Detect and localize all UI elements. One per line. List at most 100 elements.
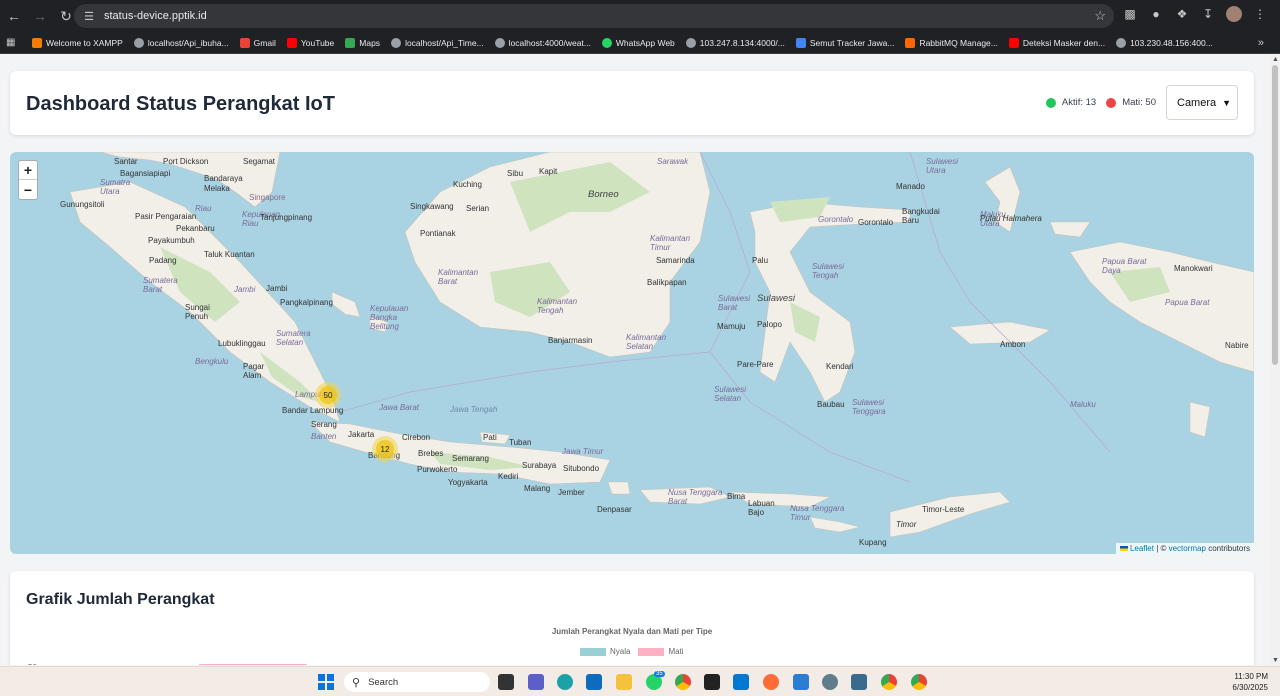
photos-icon[interactable] (851, 674, 867, 690)
map-label: Denpasar (597, 505, 632, 514)
bookmark-label: localhost/Api_ibuha... (147, 37, 229, 48)
map-label: Maluku (1070, 400, 1096, 409)
map-label: Mamuju (717, 322, 746, 331)
map-label: Gorontalo (818, 215, 854, 224)
map-label: Nabire (1225, 341, 1249, 350)
postman-icon[interactable] (763, 674, 779, 690)
forward-icon[interactable]: → (28, 4, 52, 28)
teams-icon[interactable] (528, 674, 544, 690)
map-label: Santar (114, 157, 138, 166)
map-label: Timor-Leste (922, 505, 965, 514)
bookmark-item[interactable]: localhost:4000/weat... (494, 37, 591, 48)
profile-avatar[interactable] (1226, 6, 1242, 22)
device-cluster-marker[interactable]: 12 (372, 436, 398, 462)
file-explorer-icon[interactable] (616, 674, 632, 690)
page-title: Dashboard Status Perangkat IoT (26, 93, 335, 115)
vectormap-link[interactable]: vectormap (1169, 544, 1206, 553)
bookmark-item[interactable]: Gmail (239, 37, 276, 48)
map-label: Riau (195, 204, 212, 213)
inactive-dot-icon (1106, 97, 1117, 108)
puzzle-icon[interactable]: ❖ (1174, 6, 1190, 22)
device-type-select[interactable]: Camera ▼ (1166, 85, 1238, 120)
map-label: Tanjungpinang (260, 213, 313, 222)
legend-item-nyala[interactable]: Nyala (580, 647, 630, 656)
map-label: Sulawesi Selatan (714, 385, 747, 403)
scrollbar-thumb[interactable] (1272, 65, 1278, 365)
page-scrollbar[interactable]: ▲ ▼ (1270, 55, 1280, 665)
map-label: Jambi (234, 285, 256, 294)
system-clock[interactable]: 11:30 PM 6/30/2025 (1232, 671, 1268, 693)
extension-icon[interactable]: ● (1148, 6, 1164, 22)
extension-icon[interactable]: ▩ (1122, 6, 1138, 22)
map-label: Jambi (266, 284, 288, 293)
bar-mati[interactable] (199, 664, 307, 665)
scroll-up-icon[interactable]: ▲ (1272, 56, 1279, 63)
map-label: Labuan Bajo (748, 499, 775, 517)
apps-grid-icon[interactable]: ▦ (6, 37, 18, 49)
bookmark-label: Gmail (253, 37, 276, 48)
map-label: Pekanbaru (176, 224, 215, 233)
y-tick-label: 50 (28, 663, 37, 665)
map-label: Bengkulu (195, 357, 229, 366)
bookmark-item[interactable]: 103.230.48.156:400... (1116, 37, 1213, 48)
map-label: Jawa Barat (379, 403, 420, 412)
map-container[interactable]: Santar Port Dickson Segamat Bagansiapiap… (10, 152, 1254, 554)
site-info-icon[interactable]: ☰ (82, 9, 96, 23)
bookmark-item[interactable]: 103.247.8.134:4000/... (685, 37, 785, 48)
bookmark-item[interactable]: Semut Tracker Jawa... (795, 37, 894, 48)
bookmark-item[interactable]: Welcome to XAMPP (32, 37, 123, 48)
download-icon[interactable]: ↧ (1200, 6, 1216, 22)
terminal-icon[interactable] (704, 674, 720, 690)
legend-item-mati[interactable]: Mati (638, 647, 684, 656)
cloud-icon[interactable] (822, 674, 838, 690)
map-label: Jakarta (348, 430, 375, 439)
bookmark-item[interactable]: localhost/Api_ibuha... (133, 37, 229, 48)
zoom-out-button[interactable]: − (19, 180, 37, 199)
map-label: Sulawesi Tengah (812, 262, 845, 280)
extension-icons: ▩ ● ❖ ↧ ⋮ (1122, 6, 1268, 22)
chrome-profile-icon[interactable] (881, 674, 897, 690)
bookmark-item[interactable]: WhatsApp Web (601, 37, 675, 48)
map-label: Palopo (757, 320, 782, 329)
bookmark-label: Deteksi Masker den... (1022, 37, 1106, 48)
device-cluster-marker[interactable]: 50 (315, 382, 341, 408)
map-attribution: Leaflet | © vectormap contributors (1115, 543, 1254, 554)
bookmark-star-icon[interactable]: ☆ (1094, 8, 1106, 24)
map-label: Kalimantan Timur (650, 234, 691, 252)
bookmark-item[interactable]: RabbitMQ Manage... (905, 37, 998, 48)
device-type-value: Camera (1177, 96, 1217, 109)
bookmark-item[interactable]: Maps (345, 37, 380, 48)
outlook-icon[interactable] (586, 674, 602, 690)
map-label: Pulau Halmahera (980, 214, 1042, 223)
map-label: Palu (752, 256, 769, 265)
vscode-icon[interactable] (733, 674, 749, 690)
map-label: Bandaraya Melaka (204, 174, 243, 193)
back-icon[interactable]: ← (2, 4, 26, 28)
map-label: Bandar Lampung (282, 406, 344, 415)
edge-icon[interactable] (557, 674, 573, 690)
chrome-profile-icon[interactable] (911, 674, 927, 690)
bookmark-item[interactable]: Deteksi Masker den... (1008, 37, 1106, 48)
more-bookmarks-icon[interactable]: » (1258, 37, 1264, 49)
chart-legend: Nyala Mati (580, 647, 684, 656)
page-viewport: Dashboard Status Perangkat IoT Aktif: 13… (0, 55, 1270, 665)
scroll-down-icon[interactable]: ▼ (1272, 657, 1279, 664)
address-bar[interactable]: ☰ status-device.pptik.id ☆ (74, 4, 1114, 28)
bookmark-item[interactable]: YouTube (286, 37, 334, 48)
url-text[interactable]: status-device.pptik.id (104, 10, 207, 22)
search-icon: ⚲ (352, 676, 361, 689)
chrome-icon[interactable] (675, 674, 691, 690)
legend-label: Mati (668, 647, 684, 656)
bookmark-label: localhost:4000/weat... (508, 37, 591, 48)
map-label: Sumatera Selatan (276, 329, 311, 347)
notepad-icon[interactable] (793, 674, 809, 690)
map-label: Brebes (418, 449, 444, 458)
windows-start-icon[interactable] (318, 674, 334, 690)
zoom-in-button[interactable]: + (19, 161, 37, 180)
taskbar-search[interactable]: ⚲ Search (344, 672, 490, 692)
task-view-icon[interactable] (498, 674, 514, 690)
map-label: Kalimantan Barat (438, 268, 479, 286)
bookmark-item[interactable]: localhost/Api_Time... (391, 37, 484, 48)
leaflet-link[interactable]: Leaflet (1130, 544, 1154, 553)
menu-dots-icon[interactable]: ⋮ (1252, 6, 1268, 22)
